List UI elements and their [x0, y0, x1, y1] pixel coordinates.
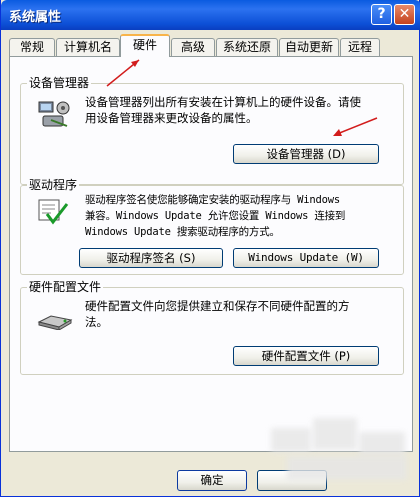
hardware-profiles-group-title: 硬件配置文件 — [27, 280, 104, 294]
device-manager-group-title: 设备管理器 — [27, 76, 92, 90]
ok-button[interactable]: 确定 — [177, 470, 247, 491]
watermark-blur — [271, 428, 311, 452]
driver-signing-icon — [38, 199, 69, 225]
hardware-profiles-desc-line2: 法。 — [85, 315, 108, 329]
watermark-blur — [313, 418, 357, 450]
drivers-desc-line3: Windows Update 搜索驱动程序的方式。 — [85, 226, 280, 238]
hardware-profiles-button[interactable]: 硬件配置文件 (P) — [233, 346, 379, 366]
title-bar[interactable]: 系统属性 ? ✕ — [1, 0, 420, 30]
drivers-group: 驱动程序 驱动程序签名使您能够确定安装的驱动程序与 Windows 兼容。Win… — [20, 178, 404, 275]
annotation-arrow-device-manager — [333, 117, 378, 136]
hardware-profiles-group: 硬件配置文件 硬件配置文件向您提供建立和保存不同硬件配置的方 法。 硬件配置文件… — [20, 280, 404, 375]
tab-strip: 常规 计算机名 硬件 高级 系统还原 自动更新 远程 — [9, 34, 413, 57]
driver-signing-button[interactable]: 驱动程序签名 (S) — [79, 248, 223, 268]
system-properties-window: 系统属性 ? ✕ 常规 计算机名 硬件 高级 系统还原 自动更新 远程 设备管理… — [0, 0, 420, 497]
tab-hardware[interactable]: 硬件 — [120, 34, 170, 57]
close-button[interactable]: ✕ — [394, 4, 415, 25]
annotation-arrow-hardware-tab — [106, 59, 140, 87]
hardware-profiles-desc-line1: 硬件配置文件向您提供建立和保存不同硬件配置的方 — [85, 299, 350, 313]
hardware-profile-icon — [37, 315, 73, 330]
device-manager-icon — [38, 101, 70, 127]
help-button[interactable]: ? — [371, 4, 392, 25]
device-manager-desc-line1: 设备管理器列出所有安装在计算机上的硬件设备。请使 — [85, 95, 361, 109]
watermark-blur — [287, 456, 407, 480]
tab-advanced[interactable]: 高级 — [171, 38, 215, 56]
device-manager-button[interactable]: 设备管理器 (D) — [233, 144, 379, 164]
drivers-desc-line2: 兼容。Windows Update 允许您设置 Windows 连接到 — [85, 210, 346, 222]
device-manager-desc-line2: 用设备管理器来更改设备的属性。 — [85, 111, 258, 125]
tab-system-restore[interactable]: 系统还原 — [216, 38, 278, 56]
watermark-blur — [359, 432, 405, 456]
windows-update-button[interactable]: Windows Update (W) — [233, 248, 379, 268]
tab-automatic-updates[interactable]: 自动更新 — [279, 38, 339, 56]
drivers-group-title: 驱动程序 — [27, 178, 80, 192]
tab-general[interactable]: 常规 — [9, 38, 55, 56]
tab-remote[interactable]: 远程 — [340, 38, 380, 56]
window-title: 系统属性 — [9, 10, 62, 25]
drivers-desc-line1: 驱动程序签名使您能够确定安装的驱动程序与 Windows — [85, 194, 340, 206]
